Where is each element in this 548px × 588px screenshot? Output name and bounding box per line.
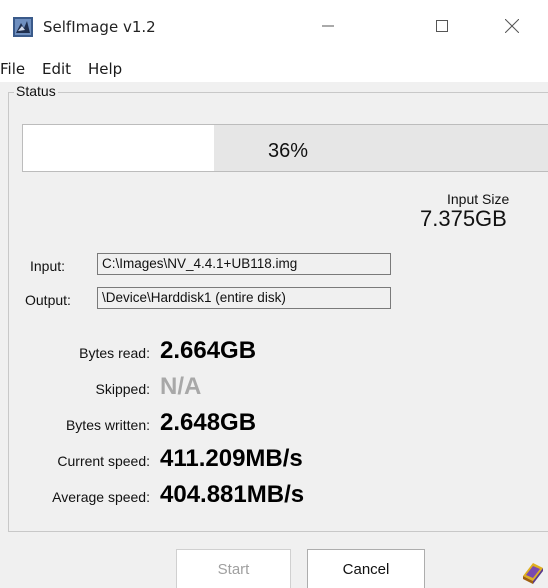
menu-file[interactable]: File (0, 60, 25, 78)
current-speed-label: Current speed: (57, 453, 150, 469)
skipped-value: N/A (160, 373, 202, 400)
bytes-read-label: Bytes read: (79, 345, 150, 361)
menu-edit[interactable]: Edit (42, 60, 71, 78)
selfimage-app-icon (13, 17, 33, 37)
menu-bar: File Edit Help (0, 60, 548, 82)
minimize-icon (322, 19, 334, 37)
start-button[interactable]: Start (176, 549, 291, 588)
maximize-button[interactable] (420, 12, 464, 44)
close-icon (504, 18, 520, 38)
status-group-label: Status (14, 83, 58, 99)
output-label: Output: (25, 292, 71, 308)
title-bar: SelfImage v1.2 (0, 0, 548, 57)
progress-percent-text: 36% (267, 140, 309, 162)
bytes-written-label: Bytes written: (65, 417, 150, 433)
current-speed-value: 411.209MB/s (160, 445, 303, 472)
average-speed-label: Average speed: (52, 489, 150, 505)
bytes-written-value: 2.648GB (160, 409, 257, 436)
input-path-field[interactable]: C:\Images\NV_4.4.1+UB118.img (97, 253, 391, 275)
average-speed-value: 404.881MB/s (160, 481, 305, 508)
input-label: Input: (30, 258, 66, 274)
window-title: SelfImage v1.2 (43, 18, 156, 36)
progress-bar: 36% (22, 124, 548, 172)
input-size-label: Input Size (447, 191, 510, 207)
maximize-icon (436, 19, 448, 37)
cancel-button[interactable]: Cancel (307, 549, 425, 588)
book-icon[interactable] (520, 559, 546, 585)
bytes-read-value: 2.664GB (160, 337, 257, 364)
output-device-field[interactable]: \Device\Harddisk1 (entire disk) (97, 287, 391, 309)
menu-help[interactable]: Help (88, 60, 122, 78)
skipped-label: Skipped: (95, 381, 150, 397)
close-button[interactable] (490, 12, 534, 44)
minimize-button[interactable] (306, 12, 350, 44)
input-size-value: 7.375GB (420, 206, 507, 231)
